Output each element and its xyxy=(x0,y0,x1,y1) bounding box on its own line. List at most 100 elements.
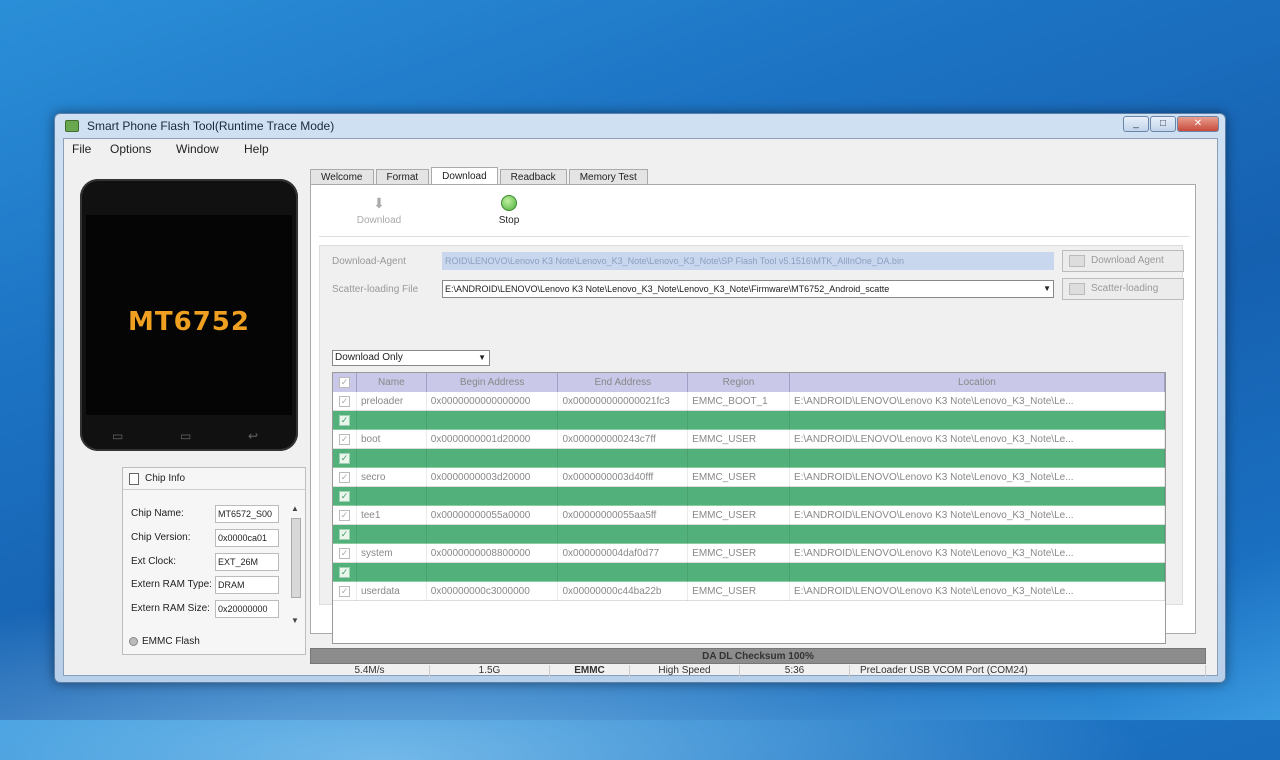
checkbox-icon[interactable]: ✓ xyxy=(339,490,350,502)
partition-table: ✓ Name Begin Address End Address Region … xyxy=(332,372,1166,644)
progress-bar: DA DL Checksum 100% xyxy=(310,648,1206,664)
cell-end-address xyxy=(558,487,689,506)
cell-begin-address xyxy=(427,411,559,430)
cell-begin-address: 0x0000000000000000 xyxy=(427,392,559,411)
checkbox-icon[interactable]: ✓ xyxy=(339,471,350,483)
checkbox-icon[interactable]: ✓ xyxy=(339,395,350,407)
tab-format[interactable]: Format xyxy=(375,169,430,185)
checkbox-icon[interactable]: ✓ xyxy=(339,452,350,464)
row-checkbox[interactable]: ✓ xyxy=(333,449,357,468)
row-checkbox[interactable]: ✓ xyxy=(333,468,357,487)
select-all-checkbox[interactable]: ✓ xyxy=(333,373,357,392)
scroll-down-icon[interactable]: ▼ xyxy=(291,616,299,625)
tab-readback[interactable]: Readback xyxy=(499,169,567,185)
table-row[interactable]: ✓ secro 0x0000000003d20000 0x0000000003d40f… xyxy=(333,468,1166,487)
stop-button[interactable]: Stop xyxy=(479,195,539,226)
tab-welcome[interactable]: Welcome xyxy=(310,169,374,185)
cell-name: system xyxy=(357,544,427,563)
cell-end-address xyxy=(558,525,689,544)
table-row[interactable]: ✓ system 0x0000000008800000 0x000000004daf0… xyxy=(333,544,1166,563)
cell-end-address xyxy=(558,449,689,468)
row-checkbox[interactable]: ✓ xyxy=(333,563,357,582)
chip-info-panel: Chip Info Chip Name: MT6572_S00 Chip Ver… xyxy=(122,467,306,655)
status-bar: 5.4M/s 1.5G EMMC High Speed 5:36 PreLoad… xyxy=(310,665,1206,677)
chip-info-scrollbar[interactable]: ▲ ▼ xyxy=(289,504,303,626)
menu-options[interactable]: Options xyxy=(110,142,151,156)
download-mode-select[interactable]: Download Only ▼ xyxy=(332,350,490,366)
tab-memory-test[interactable]: Memory Test xyxy=(568,169,648,185)
checkbox-icon[interactable]: ✓ xyxy=(339,433,350,445)
chevron-down-icon[interactable]: ▼ xyxy=(478,351,486,365)
app-icon xyxy=(65,120,79,132)
table-row[interactable]: ✓ xyxy=(333,449,1166,468)
scatter-loading-button[interactable]: Scatter-loading xyxy=(1062,278,1184,300)
tab-download[interactable]: Download xyxy=(431,167,498,185)
row-checkbox[interactable]: ✓ xyxy=(333,525,357,544)
checkbox-icon[interactable]: ✓ xyxy=(339,585,350,597)
table-row[interactable]: ✓ tee1 0x00000000055a0000 0x00000000055aa5f… xyxy=(333,506,1166,525)
scroll-thumb[interactable] xyxy=(291,518,301,598)
row-checkbox[interactable]: ✓ xyxy=(333,582,357,601)
scatter-file-field[interactable]: E:\ANDROID\LENOVO\Lenovo K3 Note\Lenovo_… xyxy=(442,280,1054,298)
cell-begin-address: 0x00000000055a0000 xyxy=(427,506,559,525)
checkbox-icon[interactable]: ✓ xyxy=(338,376,350,388)
row-checkbox[interactable]: ✓ xyxy=(333,430,357,449)
scatter-loading-button-icon xyxy=(1069,283,1085,295)
cell-begin-address xyxy=(427,449,559,468)
ext-clock-value: EXT_26M xyxy=(215,553,279,571)
table-header: ✓ Name Begin Address End Address Region … xyxy=(333,373,1165,392)
download-agent-field[interactable]: ROID\LENOVO\Lenovo K3 Note\Lenovo_K3_Not… xyxy=(442,252,1054,270)
emmc-flash-indicator: EMMC Flash xyxy=(129,636,200,647)
row-checkbox[interactable]: ✓ xyxy=(333,411,357,430)
cell-location xyxy=(790,563,1166,582)
emmc-flash-icon xyxy=(129,636,138,646)
col-name[interactable]: Name xyxy=(357,373,427,392)
download-agent-button[interactable]: Download Agent xyxy=(1062,250,1184,272)
maximize-button[interactable]: □ xyxy=(1150,116,1176,132)
cell-location: E:\ANDROID\LENOVO\Lenovo K3 Note\Lenovo_… xyxy=(790,392,1166,411)
ram-type-value: DRAM xyxy=(215,576,279,594)
table-row[interactable]: ✓ userdata 0x00000000c3000000 0x00000000c44… xyxy=(333,582,1166,601)
cell-name: preloader xyxy=(357,392,427,411)
checkbox-icon[interactable]: ✓ xyxy=(339,566,350,578)
table-row[interactable]: ✓ xyxy=(333,487,1166,506)
progress-text: DA DL Checksum 100% xyxy=(702,651,814,662)
close-button[interactable]: ✕ xyxy=(1177,116,1219,132)
window-controls: _ □ ✕ xyxy=(1123,116,1219,132)
cell-name: boot xyxy=(357,430,427,449)
col-location[interactable]: Location xyxy=(790,373,1165,392)
scroll-up-icon[interactable]: ▲ xyxy=(291,504,299,513)
chip-info-header: Chip Info xyxy=(123,468,305,490)
cell-name xyxy=(357,487,427,506)
download-button[interactable]: ⬇ Download xyxy=(349,195,409,226)
cell-region: EMMC_USER xyxy=(688,430,790,449)
row-checkbox[interactable]: ✓ xyxy=(333,392,357,411)
emmc-flash-label: EMMC Flash xyxy=(142,636,200,647)
checkbox-icon[interactable]: ✓ xyxy=(339,509,350,521)
chip-info-title: Chip Info xyxy=(145,473,186,484)
cell-location: E:\ANDROID\LENOVO\Lenovo K3 Note\Lenovo_… xyxy=(790,544,1166,563)
menu-file[interactable]: File xyxy=(72,142,91,156)
title-bar[interactable]: Smart Phone Flash Tool(Runtime Trace Mod… xyxy=(55,114,1225,138)
ram-size-label: Extern RAM Size: xyxy=(131,603,210,614)
col-begin-address[interactable]: Begin Address xyxy=(427,373,559,392)
row-checkbox[interactable]: ✓ xyxy=(333,487,357,506)
table-row[interactable]: ✓ xyxy=(333,525,1166,544)
chevron-down-icon[interactable]: ▼ xyxy=(1043,281,1051,297)
ext-clock-label: Ext Clock: xyxy=(131,556,177,567)
menu-window[interactable]: Window xyxy=(176,142,219,156)
minimize-button[interactable]: _ xyxy=(1123,116,1149,132)
checkbox-icon[interactable]: ✓ xyxy=(339,547,350,559)
table-row[interactable]: ✓ xyxy=(333,411,1166,430)
checkbox-icon[interactable]: ✓ xyxy=(339,414,350,426)
row-checkbox[interactable]: ✓ xyxy=(333,506,357,525)
table-row[interactable]: ✓ xyxy=(333,563,1166,582)
table-row[interactable]: ✓ preloader 0x0000000000000000 0x0000000000… xyxy=(333,392,1166,411)
table-row[interactable]: ✓ boot 0x0000000001d20000 0x000000000243c7f… xyxy=(333,430,1166,449)
row-checkbox[interactable]: ✓ xyxy=(333,544,357,563)
col-end-address[interactable]: End Address xyxy=(558,373,689,392)
menu-help[interactable]: Help xyxy=(244,142,269,156)
col-region[interactable]: Region xyxy=(688,373,790,392)
checkbox-icon[interactable]: ✓ xyxy=(339,528,350,540)
cell-region: EMMC_USER xyxy=(688,582,790,601)
